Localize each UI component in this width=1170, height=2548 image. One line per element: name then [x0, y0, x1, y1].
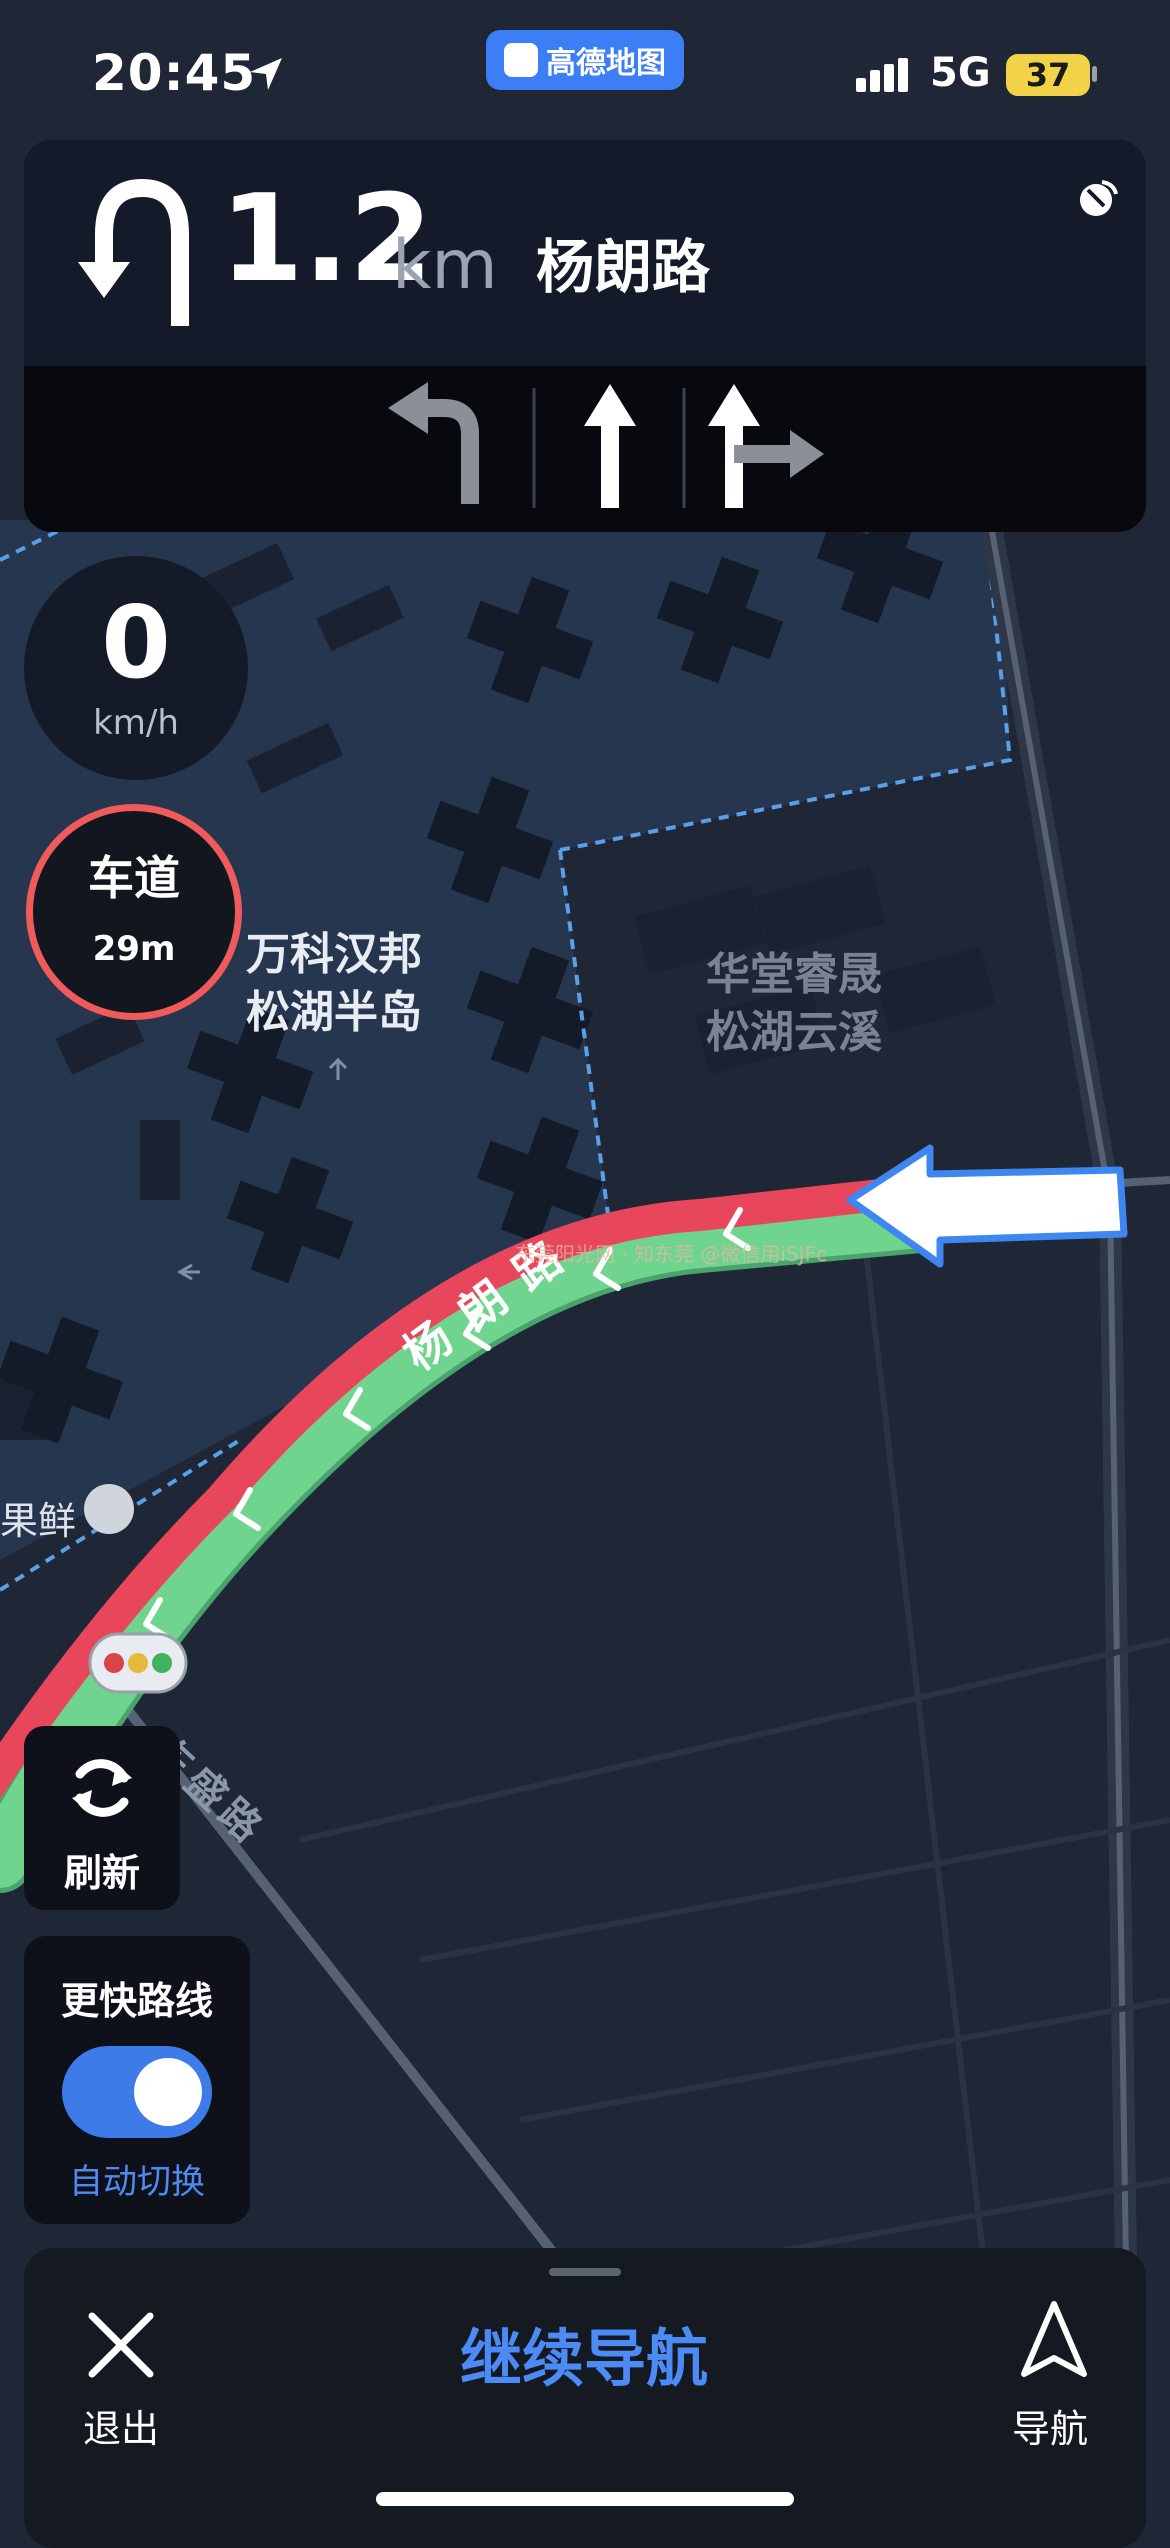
auto-switch-toggle[interactable] — [62, 2046, 212, 2138]
watermark: 东莞阳光网 · 知东莞 @微信用iSJFc — [515, 1242, 828, 1266]
home-indicator[interactable] — [376, 2492, 794, 2506]
shop-label[interactable]: 果鲜 — [0, 1490, 76, 1545]
signal-icon — [856, 58, 908, 92]
refresh-button[interactable]: 刷新 — [24, 1726, 180, 1910]
next-road-name: 杨朗路 — [536, 233, 711, 301]
battery-cap — [1092, 66, 1097, 82]
navigation-arrow-icon — [1021, 2301, 1087, 2377]
lane-left-turn-icon — [388, 382, 479, 504]
poi-label-line: 松湖云溪 — [706, 1007, 882, 1058]
lane-straight-icon — [584, 384, 636, 508]
poi-label-wanke[interactable]: 万科汉邦 松湖半岛 — [246, 926, 422, 1042]
amap-logo-icon — [504, 43, 538, 77]
toggle-knob — [134, 2058, 202, 2126]
refresh-label: 刷新 — [63, 1851, 140, 1895]
speed-value: 0 — [101, 584, 171, 701]
speed-unit: km/h — [93, 703, 179, 743]
faster-route-title: 更快路线 — [60, 1979, 213, 2023]
maneuver-distance-unit: km — [392, 226, 498, 305]
gps-signal-icon[interactable] — [1074, 176, 1120, 222]
auto-switch-label: 自动切换 — [69, 2162, 205, 2202]
faster-route-panel: 更快路线 自动切换 — [24, 1936, 250, 2224]
lane-guidance — [388, 382, 824, 508]
speedometer: 0 km/h — [24, 556, 248, 780]
lane-camera-distance: 29m — [92, 929, 176, 969]
drag-handle[interactable] — [549, 2268, 621, 2276]
location-arrow-icon — [250, 58, 282, 90]
app-pill-label: 高德地图 — [546, 46, 666, 81]
shop-basket-icon[interactable] — [84, 1484, 134, 1534]
lane-camera-warning[interactable]: 车道 29m — [26, 804, 242, 1020]
refresh-icon — [72, 1759, 132, 1817]
close-icon — [88, 2312, 154, 2378]
poi-label-line: 松湖半岛 — [246, 987, 422, 1038]
status-time: 20:45 — [92, 44, 257, 102]
exit-label: 退出 — [82, 2407, 159, 2451]
poi-label-huatang[interactable]: 华堂睿晟 松湖云溪 — [706, 946, 882, 1062]
navigation-panel[interactable]: 1.2 km 杨朗路 — [24, 140, 1146, 532]
maneuver-section: 1.2 km 杨朗路 — [24, 140, 1146, 366]
network-type: 5G — [930, 50, 991, 96]
continue-navigation-button[interactable]: 继续导航 — [314, 2308, 854, 2398]
battery-icon: 37 — [1006, 54, 1090, 96]
u-turn-icon — [78, 179, 189, 326]
navigation-label: 导航 — [1011, 2407, 1088, 2451]
poi-label-line: 华堂睿晟 — [706, 949, 882, 1000]
app-pill[interactable]: 高德地图 — [486, 30, 684, 90]
lane-camera-label: 车道 — [88, 851, 180, 905]
lane-straight-right-icon — [708, 384, 824, 508]
poi-label-line: 万科汉邦 — [246, 929, 422, 980]
